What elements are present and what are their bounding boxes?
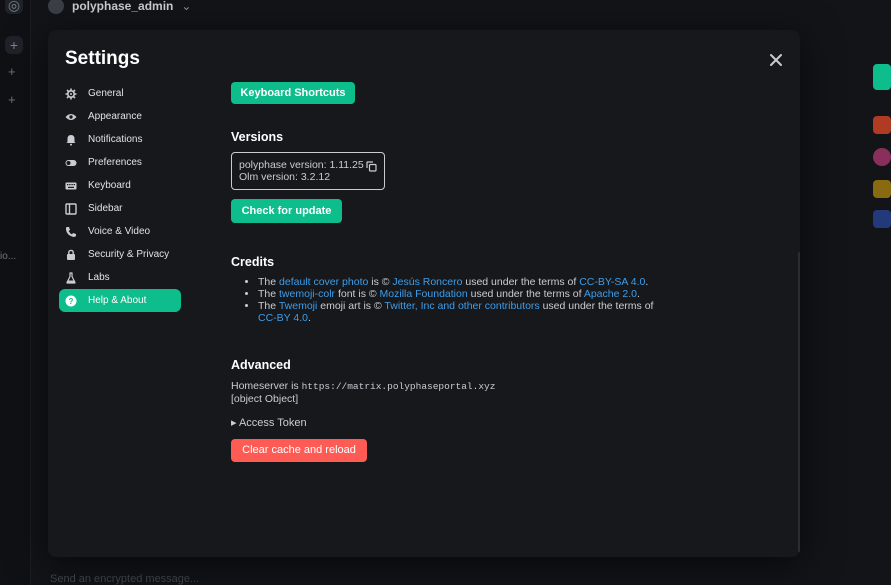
nav-item-notifications[interactable]: Notifications [59,128,181,151]
nav-label: Keyboard [88,180,131,191]
nav-item-voice-video[interactable]: Voice & Video [59,220,181,243]
dialog-title: Settings [65,48,140,69]
credit-link[interactable]: Apache 2.0 [584,288,637,300]
app-version-text: polyphase version: 1.11.25 [239,159,364,171]
eye-icon [65,111,77,123]
homeserver-prefix: Homeserver is [231,380,302,392]
nav-label: Sidebar [88,203,123,214]
advanced-heading: Advanced [231,358,291,372]
nav-label: Help & About [88,295,147,306]
nav-item-appearance[interactable]: Appearance [59,105,181,128]
credit-text: . [308,312,311,324]
list-item: The default cover photo is © Jesús Ronce… [258,276,671,288]
nav-item-sidebar[interactable]: Sidebar [59,197,181,220]
chevron-down-icon[interactable]: ⌄ [181,0,191,13]
credit-text: . [636,288,640,300]
settings-nav: General Appearance Notifications Prefere… [59,82,181,312]
truncated-text: io... [0,251,17,262]
sidebar-icon [65,202,77,215]
scrollbar[interactable] [798,252,800,552]
nav-label: Appearance [88,111,142,122]
credit-text: used under the terms of [462,276,580,288]
right-avatar-3[interactable] [873,180,891,198]
credit-text: font is © [335,288,380,300]
nav-label: Notifications [88,134,143,145]
space-bar: ◎ + [0,0,31,585]
right-badge [873,64,891,90]
nav-item-preferences[interactable]: Preferences [59,151,181,174]
svg-text:?: ? [69,297,74,306]
right-avatar-4[interactable] [873,210,891,228]
nav-item-security[interactable]: Security & Privacy [59,243,181,266]
composer-placeholder: Send an encrypted message... [50,573,200,585]
access-token-toggle[interactable]: ▸ Access Token [231,416,307,429]
credit-text: used under the terms of [467,288,584,300]
credits-list: The default cover photo is © Jesús Ronce… [231,276,671,324]
object-text: [object Object] [231,393,299,405]
add-space-icon[interactable]: + [5,36,23,54]
credit-link[interactable]: Twitter, Inc and other contributors [384,300,539,312]
keyboard-icon [65,180,77,192]
credit-link[interactable]: Twemoji [279,300,318,312]
credit-link[interactable]: CC-BY 4.0 [258,312,308,324]
nav-label: Security & Privacy [88,249,170,260]
version-info-box: polyphase version: 1.11.25 Olm version: … [231,152,385,190]
credit-text: The [258,288,280,300]
versions-heading: Versions [231,130,284,144]
credit-text: is © [368,276,393,288]
credit-link[interactable]: CC-BY-SA 4.0 [579,276,645,288]
right-avatar[interactable] [873,116,891,134]
add-icon-2[interactable]: + [8,92,16,107]
toggle-icon [65,157,77,169]
list-item: The twemoji-colr font is © Mozilla Found… [258,288,671,300]
clear-cache-button[interactable]: Clear cache and reload [231,439,367,462]
credit-text: The [258,300,279,312]
right-avatar-2[interactable] [873,148,891,166]
room-header: polyphase_admin ⌄ [48,0,191,18]
settings-dialog: Settings General Appearance Notification… [48,30,800,557]
nav-item-labs[interactable]: Labs [59,266,181,289]
nav-item-keyboard[interactable]: Keyboard [59,174,181,197]
keyboard-shortcuts-button[interactable]: Keyboard Shortcuts [231,82,355,104]
nav-item-general[interactable]: General [59,82,181,105]
copy-icon[interactable] [366,161,377,172]
olm-version-text: Olm version: 3.2.12 [239,171,331,183]
nav-label: General [88,88,124,99]
credits-heading: Credits [231,255,275,269]
gear-icon [65,88,77,100]
homeserver-url: https://matrix.polyphaseportal.xyz [301,381,496,392]
close-icon[interactable] [768,52,784,68]
nav-label: Voice & Video [88,226,151,237]
credit-text: used under the terms of [539,300,654,312]
help-icon: ? [65,295,77,307]
check-for-update-button[interactable]: Check for update [231,199,342,223]
explore-icon[interactable]: ◎ [5,0,23,14]
credit-link[interactable]: Mozilla Foundation [380,288,468,300]
right-panel [869,30,891,585]
credit-link[interactable]: Jesús Roncero [392,276,462,288]
flask-icon [65,271,77,284]
phone-icon [65,226,77,238]
credit-link[interactable]: default cover photo [279,276,368,288]
credit-text: The [258,276,280,288]
nav-label: Preferences [88,157,142,168]
homeserver-line: Homeserver is https://matrix.polyphasepo… [231,380,495,392]
nav-label: Labs [88,272,110,283]
avatar[interactable] [48,0,64,14]
lock-icon [65,249,77,261]
add-icon[interactable]: + [8,64,16,79]
credit-link[interactable]: twemoji-colr [279,288,335,300]
nav-item-help-about[interactable]: ? Help & About [59,289,181,312]
credit-text: . [645,276,649,288]
bell-icon [65,134,77,146]
room-name[interactable]: polyphase_admin [72,0,173,13]
credit-text: emoji art is © [317,300,385,312]
list-item: The Twemoji emoji art is © Twitter, Inc … [258,300,671,324]
